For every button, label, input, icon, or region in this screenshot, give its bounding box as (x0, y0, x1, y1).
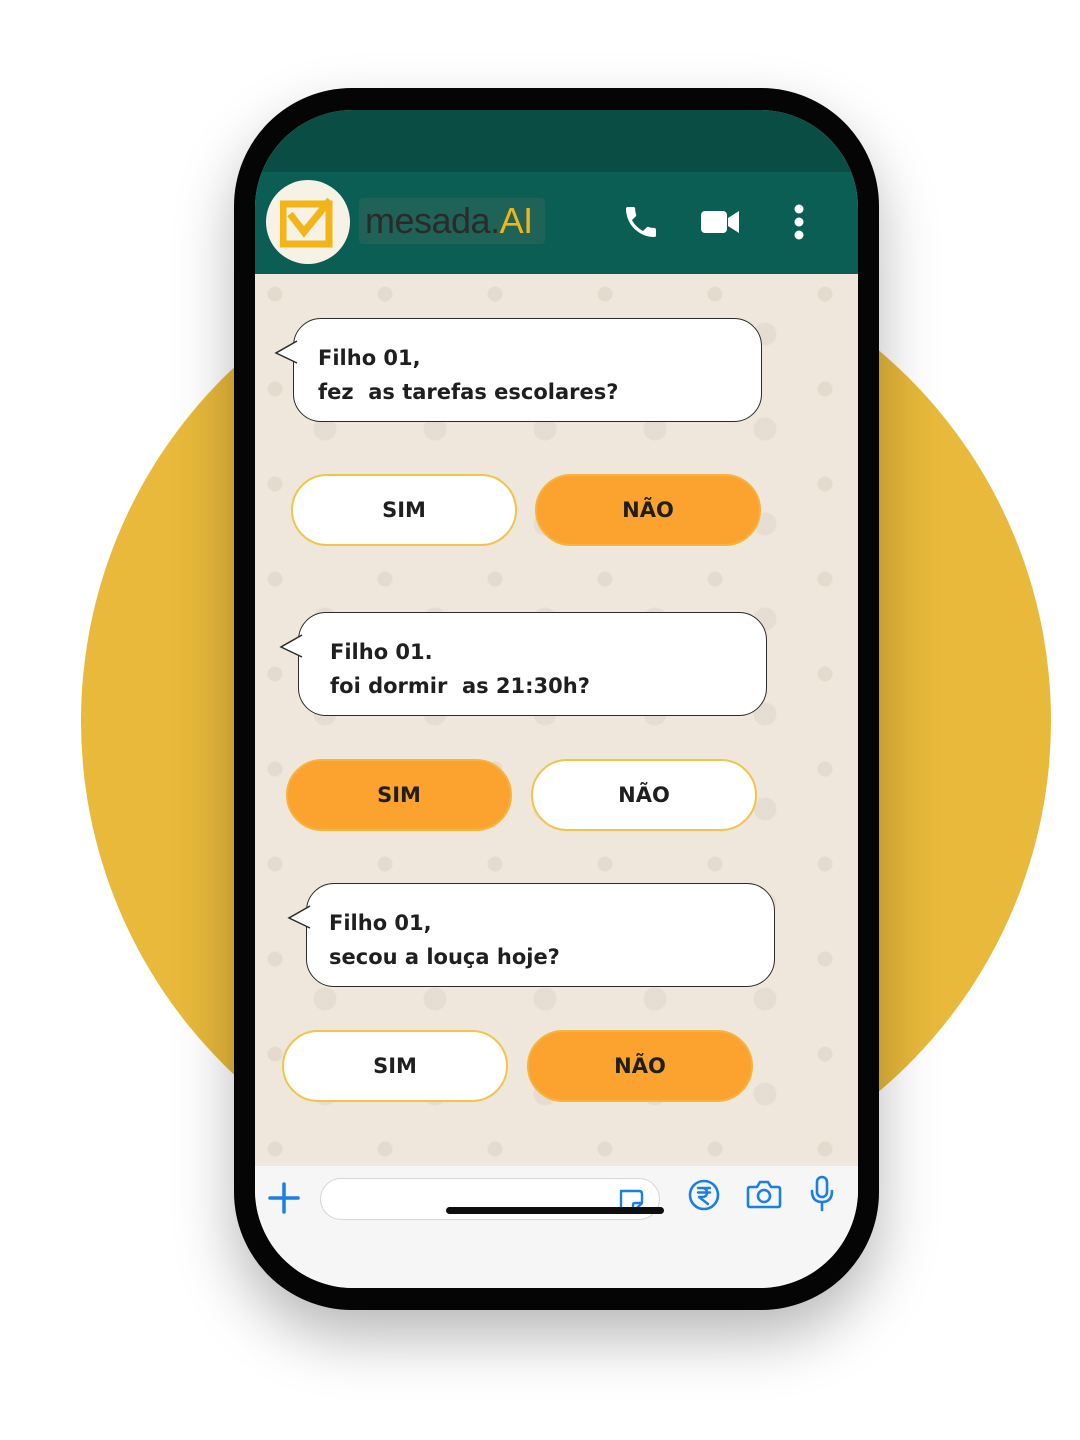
answer-yes-button[interactable]: SIM (291, 474, 517, 546)
phone-screen: mesada.AI Filho 01, fez as tarefas escol… (255, 110, 858, 1288)
message-line: Filho 01. (330, 640, 433, 664)
message-input-bar (255, 1166, 858, 1288)
phone-icon[interactable] (621, 202, 661, 246)
answer-no-button[interactable]: NÃO (527, 1030, 753, 1102)
message-bubble: Filho 01. foi dormir as 21:30h? (279, 612, 767, 716)
answer-no-button[interactable]: NÃO (531, 759, 757, 831)
answer-yes-button[interactable]: SIM (286, 759, 512, 831)
brand-title[interactable]: mesada.AI (359, 198, 545, 244)
more-options-icon[interactable] (793, 204, 805, 244)
plus-icon[interactable] (267, 1181, 301, 1219)
message-line: foi dormir as 21:30h? (330, 674, 590, 698)
answer-yes-button[interactable]: SIM (282, 1030, 508, 1102)
status-bar (255, 110, 858, 172)
microphone-icon[interactable] (809, 1174, 835, 1216)
camera-icon[interactable] (746, 1178, 782, 1214)
message-line: secou a louça hoje? (329, 945, 560, 969)
brand-name: mesada. (365, 200, 500, 241)
answer-no-button[interactable]: NÃO (535, 474, 761, 546)
mesada-logo-icon (280, 197, 333, 248)
chat-area: Filho 01, fez as tarefas escolares? SIM … (255, 274, 858, 1166)
message-line: fez as tarefas escolares? (318, 380, 619, 404)
message-bubble: Filho 01, fez as tarefas escolares? (274, 318, 762, 422)
video-camera-icon[interactable] (700, 206, 740, 242)
phone-frame: mesada.AI Filho 01, fez as tarefas escol… (234, 88, 879, 1310)
message-line: Filho 01, (329, 911, 432, 935)
message-bubble: Filho 01, secou a louça hoje? (287, 883, 775, 987)
rupee-payment-icon[interactable] (687, 1178, 721, 1216)
avatar[interactable] (266, 180, 350, 264)
message-line: Filho 01, (318, 346, 421, 370)
home-indicator[interactable] (446, 1207, 664, 1214)
brand-suffix: AI (499, 200, 534, 241)
chat-header: mesada.AI (255, 172, 858, 274)
